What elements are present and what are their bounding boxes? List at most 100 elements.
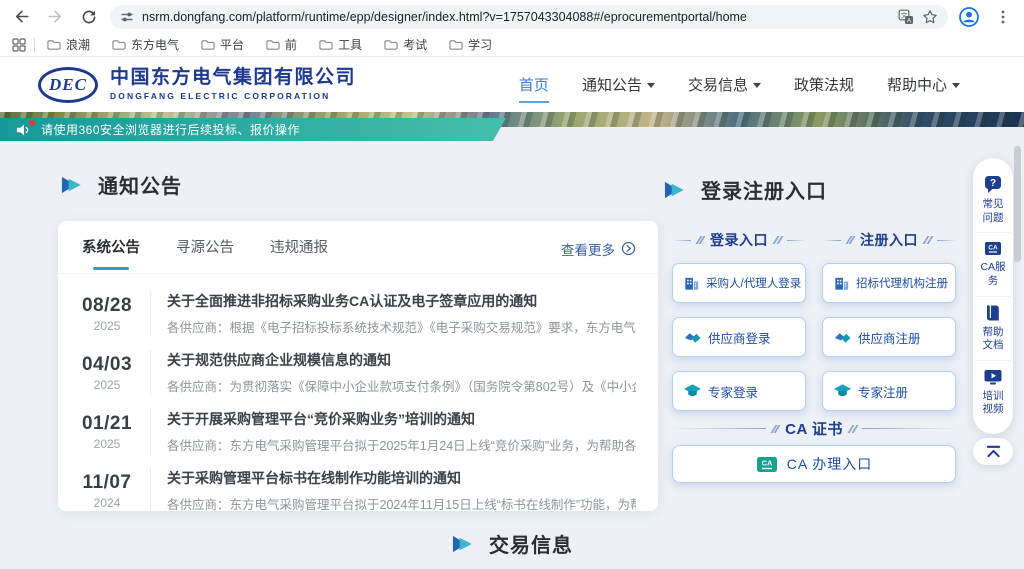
main-nav: 首页 通知公告 交易信息 政策法规 帮助中心 xyxy=(519,66,960,103)
deco-slashes xyxy=(775,236,780,244)
view-more-link[interactable]: 查看更多 xyxy=(561,239,636,259)
nav-item-notices[interactable]: 通知公告 xyxy=(582,66,655,103)
list-item[interactable]: 04/03 2025 关于规范供应商企业规模信息的通知 各供应商：为贯彻落实《保… xyxy=(78,343,636,402)
url-text[interactable]: nsrm.dongfang.com/platform/runtime/epp/d… xyxy=(142,10,747,24)
tab-sourcing-notices[interactable]: 寻源公告 xyxy=(176,236,234,261)
deco-line xyxy=(672,240,691,241)
bookmark-label: 浪潮 xyxy=(66,36,90,53)
video-play-icon xyxy=(983,368,1003,386)
bookmarks-divider xyxy=(34,38,35,52)
expert-register-button[interactable]: 专家注册 xyxy=(822,371,956,411)
notice-date: 04/03 2025 xyxy=(78,354,136,392)
list-item[interactable]: 11/07 2024 关于采购管理平台标书在线制作功能培训的通知 各供应商：东方… xyxy=(78,461,636,511)
sidebar-item-faq[interactable]: ? 常见问题 xyxy=(975,168,1011,232)
browser-toolbar: nsrm.dongfang.com/platform/runtime/epp/d… xyxy=(0,0,1024,33)
sidebar-collapse-button[interactable] xyxy=(973,438,1013,465)
bookmark-folder[interactable]: 学习 xyxy=(449,36,492,53)
bidding-agency-register-button[interactable]: 招标代理机构注册 xyxy=(822,263,956,303)
sidebar-item-training-videos[interactable]: 培训视频 xyxy=(975,360,1011,424)
tab-violation-reports[interactable]: 违规通报 xyxy=(270,236,328,261)
login-register-buttons: 采购人/代理人登录 招标代理机构注册 供应商登录 供应商注册 专家登录 xyxy=(672,263,956,411)
apps-grid-icon[interactable] xyxy=(12,38,26,52)
section-arrow-icon xyxy=(663,180,688,200)
section-title: 登录注册入口 xyxy=(701,175,827,204)
book-icon xyxy=(984,304,1002,322)
sidebar-item-label: 培训视频 xyxy=(980,390,1006,417)
collapse-up-icon xyxy=(984,444,1003,459)
svg-text:CA: CA xyxy=(988,245,998,252)
supplier-register-button[interactable]: 供应商注册 xyxy=(822,317,956,357)
bookmark-folder[interactable]: 前 xyxy=(266,36,297,53)
browser-menu-icon[interactable] xyxy=(990,4,1016,30)
bookmark-folder[interactable]: 浪潮 xyxy=(47,36,90,53)
bookmark-folder[interactable]: 考试 xyxy=(384,36,427,53)
notice-title[interactable]: 关于全面推进非招标采购业务CA认证及电子签章应用的通知 xyxy=(167,291,636,311)
company-name-cn: 中国东方电气集团有限公司 xyxy=(110,68,356,89)
nav-label: 首页 xyxy=(519,74,549,95)
forward-icon[interactable] xyxy=(42,4,68,30)
ca-cert-header: CA 证书 xyxy=(672,418,956,439)
notice-date-md: 11/07 xyxy=(78,472,136,494)
section-arrow-icon xyxy=(451,534,476,554)
company-logo[interactable]: DEC 中国东方电气集团有限公司 DONGFANG ELECTRIC CORPO… xyxy=(38,67,356,103)
deco-line xyxy=(672,428,766,429)
nav-item-trade-info[interactable]: 交易信息 xyxy=(688,66,761,103)
nav-label: 政策法规 xyxy=(794,74,854,95)
button-label: 采购人/代理人登录 xyxy=(706,275,801,291)
sidebar-item-ca-service[interactable]: CA CA服务 xyxy=(975,232,1011,295)
bookmark-folder[interactable]: 工具 xyxy=(319,36,362,53)
refresh-icon[interactable] xyxy=(76,4,102,30)
supplier-login-button[interactable]: 供应商登录 xyxy=(672,317,806,357)
building-icon xyxy=(683,275,700,292)
section-arrow-icon xyxy=(60,175,85,195)
section-title: 交易信息 xyxy=(489,529,573,558)
profile-avatar-icon[interactable] xyxy=(956,4,982,30)
nav-item-home[interactable]: 首页 xyxy=(519,66,549,103)
notice-section-heading: 通知公告 xyxy=(60,170,182,199)
notice-text: 关于规范供应商企业规模信息的通知 各供应商：为贯彻落实《保障中小企业款项支付条例… xyxy=(150,350,636,395)
notice-text: 关于开展采购管理平台“竞价采购业务”培训的通知 各供应商：东方电气采购管理平台拟… xyxy=(150,409,636,454)
quick-sidebar: ? 常见问题 CA CA服务 帮助文档 培训视频 xyxy=(973,158,1013,434)
notice-desc: 各供应商：东方电气采购管理平台拟于2025年1月24日上线“竞价采购”业务，为帮… xyxy=(167,435,636,454)
ca-apply-button[interactable]: CA CA 办理入口 xyxy=(672,445,956,483)
building-icon xyxy=(833,275,850,292)
expert-login-button[interactable]: 专家登录 xyxy=(672,371,806,411)
nav-label: 帮助中心 xyxy=(887,74,947,95)
site-info-icon[interactable] xyxy=(120,10,134,24)
notice-date: 01/21 2025 xyxy=(78,413,136,451)
tab-system-notices[interactable]: 系统公告 xyxy=(82,236,140,261)
deco-slashes xyxy=(848,236,853,244)
bookmark-star-icon[interactable] xyxy=(922,9,938,25)
button-label: 专家登录 xyxy=(708,382,758,401)
notice-title[interactable]: 关于规范供应商企业规模信息的通知 xyxy=(167,350,636,370)
notice-title[interactable]: 关于开展采购管理平台“竞价采购业务”培训的通知 xyxy=(167,409,636,429)
page-scrollbar-thumb[interactable] xyxy=(1014,146,1021,262)
nav-item-policies[interactable]: 政策法规 xyxy=(794,66,854,103)
sidebar-item-help-docs[interactable]: 帮助文档 xyxy=(975,296,1011,360)
list-item[interactable]: 08/28 2025 关于全面推进非招标采购业务CA认证及电子签章应用的通知 各… xyxy=(78,284,636,343)
notice-desc: 各供应商：东方电气采购管理平台拟于2024年11月15日上线“标书在线制作”功能… xyxy=(167,494,636,511)
nav-label: 通知公告 xyxy=(582,74,642,95)
deco-slashes xyxy=(850,425,855,433)
alert-dot xyxy=(29,120,35,126)
sidebar-item-label: CA服务 xyxy=(980,261,1006,288)
login-header-label: 登录入口 xyxy=(710,230,768,250)
nav-item-help-center[interactable]: 帮助中心 xyxy=(887,66,960,103)
notice-title[interactable]: 关于采购管理平台标书在线制作功能培训的通知 xyxy=(167,468,636,488)
url-bar[interactable]: nsrm.dongfang.com/platform/runtime/epp/d… xyxy=(110,5,948,29)
announcement-bar: 请使用360安全浏览器进行后续投标、报价操作 xyxy=(0,118,506,141)
list-item[interactable]: 01/21 2025 关于开展采购管理平台“竞价采购业务”培训的通知 各供应商：… xyxy=(78,402,636,461)
notice-date-md: 08/28 xyxy=(78,295,136,317)
bookmark-folder[interactable]: 平台 xyxy=(201,36,244,53)
back-icon[interactable] xyxy=(8,4,34,30)
bookmarks-bar: 浪潮 东方电气 平台 前 工具 考试 学习 xyxy=(0,33,1024,57)
dec-logo-icon: DEC xyxy=(38,67,98,103)
deco-line xyxy=(862,428,956,429)
button-label: 招标代理机构注册 xyxy=(856,275,948,291)
translate-icon[interactable]: 文A xyxy=(898,9,914,25)
bookmark-folder[interactable]: 东方电气 xyxy=(112,36,179,53)
trade-section-heading: 交易信息 xyxy=(0,529,1024,558)
login-entry-header: 登录入口 xyxy=(672,230,806,250)
circle-arrow-icon xyxy=(621,241,636,256)
purchaser-agent-login-button[interactable]: 采购人/代理人登录 xyxy=(672,263,806,303)
